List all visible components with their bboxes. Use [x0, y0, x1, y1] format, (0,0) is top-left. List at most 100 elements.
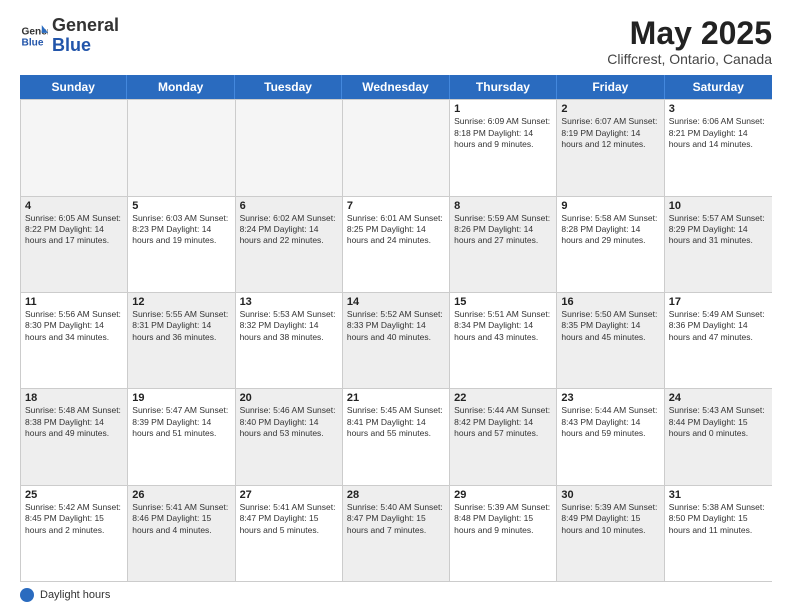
day-info: Sunrise: 5:53 AM Sunset: 8:32 PM Dayligh…	[240, 309, 338, 343]
day-number: 29	[454, 489, 552, 501]
calendar-cell: 15Sunrise: 5:51 AM Sunset: 8:34 PM Dayli…	[450, 293, 557, 388]
header: General Blue General Blue May 2025 Cliff…	[20, 16, 772, 67]
logo: General Blue General Blue	[20, 16, 119, 56]
footer: Daylight hours	[20, 588, 772, 602]
day-number: 20	[240, 392, 338, 404]
calendar-week-5: 25Sunrise: 5:42 AM Sunset: 8:45 PM Dayli…	[21, 486, 772, 582]
calendar-cell: 21Sunrise: 5:45 AM Sunset: 8:41 PM Dayli…	[343, 389, 450, 484]
day-info: Sunrise: 5:55 AM Sunset: 8:31 PM Dayligh…	[132, 309, 230, 343]
day-info: Sunrise: 5:41 AM Sunset: 8:46 PM Dayligh…	[132, 502, 230, 536]
day-number: 31	[669, 489, 768, 501]
calendar-cell: 19Sunrise: 5:47 AM Sunset: 8:39 PM Dayli…	[128, 389, 235, 484]
logo-blue: Blue	[52, 35, 91, 55]
footer-label: Daylight hours	[40, 589, 110, 601]
calendar-cell: 14Sunrise: 5:52 AM Sunset: 8:33 PM Dayli…	[343, 293, 450, 388]
day-info: Sunrise: 6:07 AM Sunset: 8:19 PM Dayligh…	[561, 116, 659, 150]
calendar-cell: 30Sunrise: 5:39 AM Sunset: 8:49 PM Dayli…	[557, 486, 664, 581]
calendar-header-wednesday: Wednesday	[342, 75, 449, 99]
calendar-header-friday: Friday	[557, 75, 664, 99]
calendar-cell: 1Sunrise: 6:09 AM Sunset: 8:18 PM Daylig…	[450, 100, 557, 195]
title-block: May 2025 Cliffcrest, Ontario, Canada	[607, 16, 772, 67]
page: General Blue General Blue May 2025 Cliff…	[0, 0, 792, 612]
day-number: 9	[561, 200, 659, 212]
calendar-cell: 29Sunrise: 5:39 AM Sunset: 8:48 PM Dayli…	[450, 486, 557, 581]
svg-text:Blue: Blue	[22, 37, 44, 48]
calendar-cell	[236, 100, 343, 195]
logo-general: General	[52, 15, 119, 35]
calendar-cell: 9Sunrise: 5:58 AM Sunset: 8:28 PM Daylig…	[557, 197, 664, 292]
day-info: Sunrise: 5:45 AM Sunset: 8:41 PM Dayligh…	[347, 405, 445, 439]
day-info: Sunrise: 5:48 AM Sunset: 8:38 PM Dayligh…	[25, 405, 123, 439]
calendar-header-row: SundayMondayTuesdayWednesdayThursdayFrid…	[20, 75, 772, 99]
calendar-cell: 20Sunrise: 5:46 AM Sunset: 8:40 PM Dayli…	[236, 389, 343, 484]
day-info: Sunrise: 6:02 AM Sunset: 8:24 PM Dayligh…	[240, 213, 338, 247]
day-info: Sunrise: 5:50 AM Sunset: 8:35 PM Dayligh…	[561, 309, 659, 343]
day-number: 1	[454, 103, 552, 115]
day-number: 14	[347, 296, 445, 308]
day-number: 2	[561, 103, 659, 115]
calendar-cell: 17Sunrise: 5:49 AM Sunset: 8:36 PM Dayli…	[665, 293, 772, 388]
day-info: Sunrise: 5:40 AM Sunset: 8:47 PM Dayligh…	[347, 502, 445, 536]
day-number: 7	[347, 200, 445, 212]
day-info: Sunrise: 5:43 AM Sunset: 8:44 PM Dayligh…	[669, 405, 768, 439]
day-info: Sunrise: 5:58 AM Sunset: 8:28 PM Dayligh…	[561, 213, 659, 247]
calendar-cell: 6Sunrise: 6:02 AM Sunset: 8:24 PM Daylig…	[236, 197, 343, 292]
day-info: Sunrise: 5:39 AM Sunset: 8:48 PM Dayligh…	[454, 502, 552, 536]
daylight-icon	[20, 588, 34, 602]
logo-text: General Blue	[52, 16, 119, 56]
calendar-week-1: 1Sunrise: 6:09 AM Sunset: 8:18 PM Daylig…	[21, 100, 772, 196]
day-info: Sunrise: 5:52 AM Sunset: 8:33 PM Dayligh…	[347, 309, 445, 343]
day-info: Sunrise: 5:44 AM Sunset: 8:43 PM Dayligh…	[561, 405, 659, 439]
location-subtitle: Cliffcrest, Ontario, Canada	[607, 51, 772, 67]
calendar-header-saturday: Saturday	[665, 75, 772, 99]
calendar-cell: 3Sunrise: 6:06 AM Sunset: 8:21 PM Daylig…	[665, 100, 772, 195]
calendar-header-sunday: Sunday	[20, 75, 127, 99]
day-number: 11	[25, 296, 123, 308]
day-info: Sunrise: 6:09 AM Sunset: 8:18 PM Dayligh…	[454, 116, 552, 150]
day-number: 18	[25, 392, 123, 404]
calendar-cell: 24Sunrise: 5:43 AM Sunset: 8:44 PM Dayli…	[665, 389, 772, 484]
calendar-header-thursday: Thursday	[450, 75, 557, 99]
calendar-cell: 28Sunrise: 5:40 AM Sunset: 8:47 PM Dayli…	[343, 486, 450, 581]
day-info: Sunrise: 5:44 AM Sunset: 8:42 PM Dayligh…	[454, 405, 552, 439]
day-number: 25	[25, 489, 123, 501]
day-info: Sunrise: 5:42 AM Sunset: 8:45 PM Dayligh…	[25, 502, 123, 536]
day-info: Sunrise: 5:57 AM Sunset: 8:29 PM Dayligh…	[669, 213, 768, 247]
day-number: 23	[561, 392, 659, 404]
calendar-cell: 4Sunrise: 6:05 AM Sunset: 8:22 PM Daylig…	[21, 197, 128, 292]
calendar-cell: 27Sunrise: 5:41 AM Sunset: 8:47 PM Dayli…	[236, 486, 343, 581]
calendar-cell: 22Sunrise: 5:44 AM Sunset: 8:42 PM Dayli…	[450, 389, 557, 484]
day-number: 5	[132, 200, 230, 212]
calendar-cell: 23Sunrise: 5:44 AM Sunset: 8:43 PM Dayli…	[557, 389, 664, 484]
calendar-header-tuesday: Tuesday	[235, 75, 342, 99]
calendar-week-2: 4Sunrise: 6:05 AM Sunset: 8:22 PM Daylig…	[21, 197, 772, 293]
day-number: 30	[561, 489, 659, 501]
calendar-header-monday: Monday	[127, 75, 234, 99]
day-number: 26	[132, 489, 230, 501]
day-number: 19	[132, 392, 230, 404]
day-number: 12	[132, 296, 230, 308]
calendar-body: 1Sunrise: 6:09 AM Sunset: 8:18 PM Daylig…	[20, 99, 772, 582]
day-number: 3	[669, 103, 768, 115]
day-number: 15	[454, 296, 552, 308]
day-number: 27	[240, 489, 338, 501]
calendar-week-4: 18Sunrise: 5:48 AM Sunset: 8:38 PM Dayli…	[21, 389, 772, 485]
calendar-cell: 25Sunrise: 5:42 AM Sunset: 8:45 PM Dayli…	[21, 486, 128, 581]
calendar-cell	[128, 100, 235, 195]
day-info: Sunrise: 5:41 AM Sunset: 8:47 PM Dayligh…	[240, 502, 338, 536]
calendar-cell: 7Sunrise: 6:01 AM Sunset: 8:25 PM Daylig…	[343, 197, 450, 292]
calendar-cell	[21, 100, 128, 195]
day-info: Sunrise: 6:01 AM Sunset: 8:25 PM Dayligh…	[347, 213, 445, 247]
calendar-cell: 12Sunrise: 5:55 AM Sunset: 8:31 PM Dayli…	[128, 293, 235, 388]
calendar-cell: 16Sunrise: 5:50 AM Sunset: 8:35 PM Dayli…	[557, 293, 664, 388]
calendar-week-3: 11Sunrise: 5:56 AM Sunset: 8:30 PM Dayli…	[21, 293, 772, 389]
day-number: 8	[454, 200, 552, 212]
day-info: Sunrise: 5:47 AM Sunset: 8:39 PM Dayligh…	[132, 405, 230, 439]
calendar-cell: 2Sunrise: 6:07 AM Sunset: 8:19 PM Daylig…	[557, 100, 664, 195]
calendar-cell: 13Sunrise: 5:53 AM Sunset: 8:32 PM Dayli…	[236, 293, 343, 388]
calendar-cell: 8Sunrise: 5:59 AM Sunset: 8:26 PM Daylig…	[450, 197, 557, 292]
day-number: 4	[25, 200, 123, 212]
day-info: Sunrise: 6:05 AM Sunset: 8:22 PM Dayligh…	[25, 213, 123, 247]
calendar-cell: 11Sunrise: 5:56 AM Sunset: 8:30 PM Dayli…	[21, 293, 128, 388]
calendar: SundayMondayTuesdayWednesdayThursdayFrid…	[20, 75, 772, 582]
